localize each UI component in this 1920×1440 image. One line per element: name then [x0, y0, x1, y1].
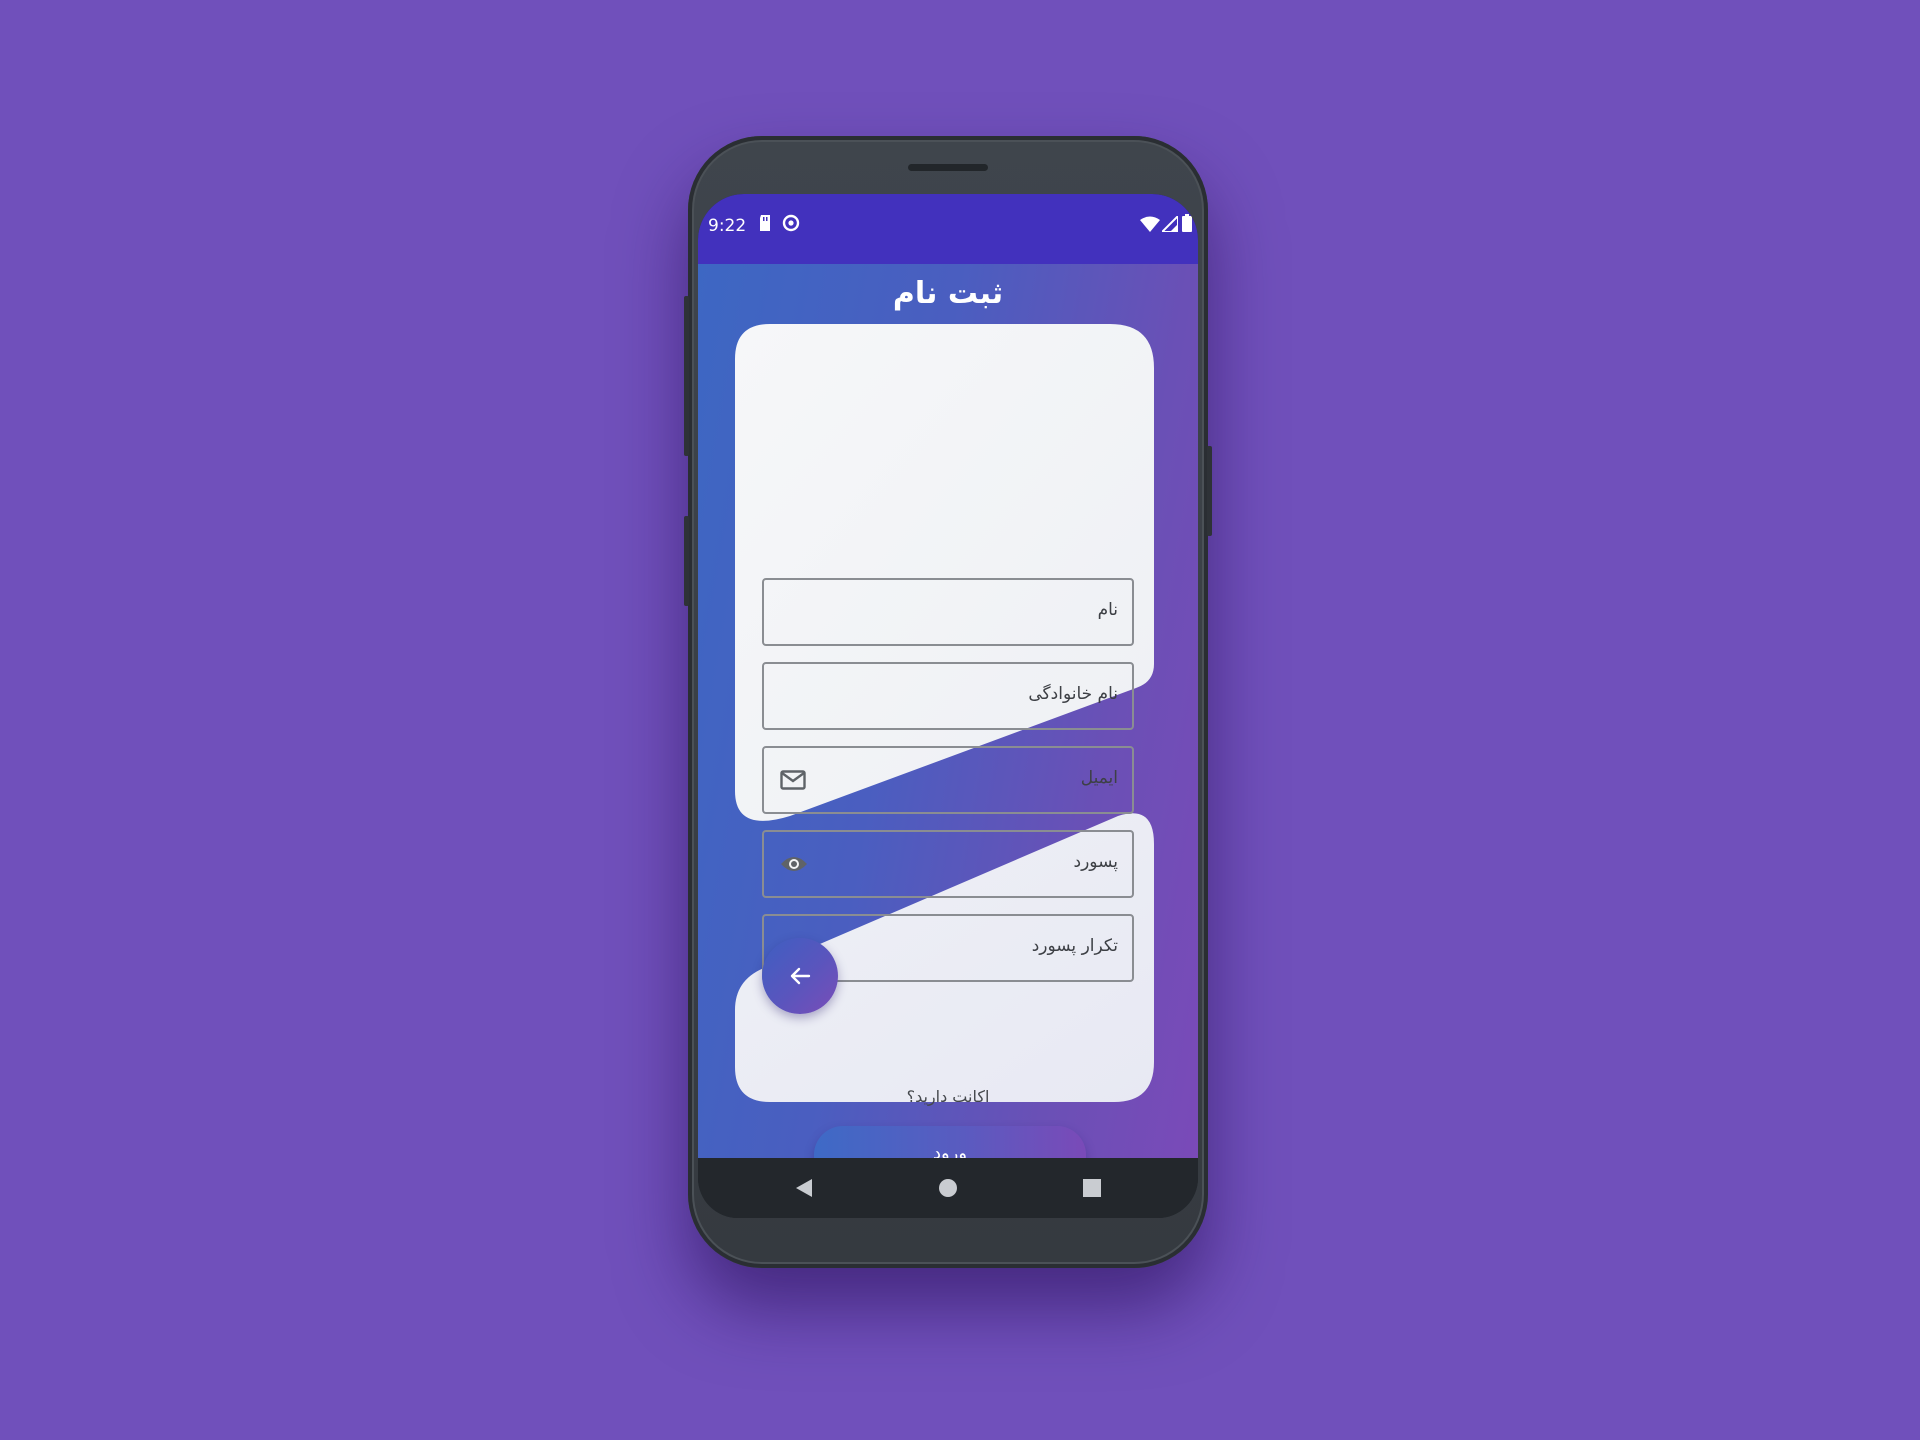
navigation-bar	[698, 1158, 1198, 1218]
eye-icon[interactable]	[780, 854, 808, 878]
confirm-password-placeholder: تکرار پسورد	[1031, 936, 1118, 956]
email-placeholder: ایمیل	[1080, 768, 1118, 788]
back-triangle-icon[interactable]	[794, 1178, 814, 1202]
first-name-field[interactable]: نام	[762, 578, 1134, 646]
status-bar: 9:22	[698, 194, 1198, 264]
password-placeholder: پسورد	[1073, 852, 1118, 872]
last-name-field[interactable]: نام خانوادگی	[762, 662, 1134, 730]
first-name-placeholder: نام	[1097, 600, 1118, 620]
cell-signal-icon	[1159, 213, 1179, 236]
last-name-placeholder: نام خانوادگی	[1028, 684, 1118, 704]
login-button[interactable]: ورود	[814, 1126, 1086, 1158]
password-field[interactable]: پسورد	[762, 830, 1134, 898]
submit-button[interactable]	[762, 938, 838, 1014]
phone-frame: 9:22 ثبت نام نام نام خانوادگی ایمیل پسور…	[684, 136, 1212, 1268]
volume-up-button	[684, 296, 689, 456]
status-time: 9:22	[708, 216, 747, 236]
power-button	[1207, 446, 1212, 536]
have-account-text: اکانت دارید؟	[906, 1087, 990, 1106]
data-saver-icon	[782, 214, 800, 236]
sd-card-icon	[758, 214, 772, 236]
login-button-label: ورود	[932, 1143, 968, 1158]
earpiece-speaker	[908, 164, 988, 171]
wifi-icon	[1140, 216, 1160, 236]
battery-icon	[1182, 214, 1192, 236]
email-field[interactable]: ایمیل	[762, 746, 1134, 814]
register-screen: ثبت نام نام نام خانوادگی ایمیل پسورد تکر…	[698, 264, 1198, 1158]
mail-icon	[780, 770, 806, 794]
home-circle-icon[interactable]	[938, 1178, 958, 1202]
recents-square-icon[interactable]	[1082, 1178, 1102, 1202]
phone-screen: 9:22 ثبت نام نام نام خانوادگی ایمیل پسور…	[698, 194, 1198, 1218]
volume-down-button	[684, 516, 689, 606]
arrow-left-icon	[790, 967, 811, 985]
